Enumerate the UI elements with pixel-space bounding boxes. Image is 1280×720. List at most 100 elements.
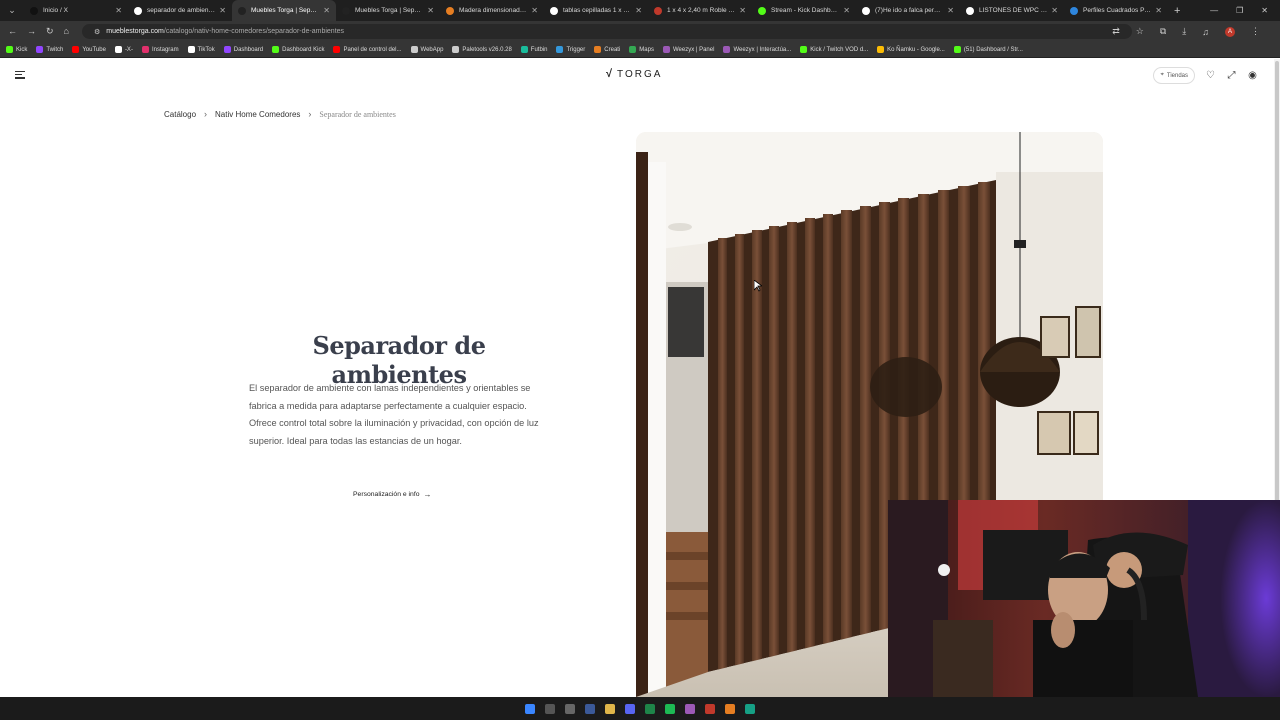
browser-tab[interactable]: Inicio / X ✕ [24,0,128,21]
browser-tab[interactable]: 1 x 4 x 2,40 m Roble vapo ✕ [648,0,752,21]
bookmark-label: Weezyx | Interactúa... [733,46,792,53]
download-icon[interactable]: ⤓ [1182,26,1186,37]
bookmark-favicon-icon [410,46,418,53]
tab-favicon-icon [550,6,558,15]
bookmark-item[interactable]: WebApp [410,46,444,53]
bookmark-label: Maps [639,46,654,53]
home-icon[interactable]: ⌂ [64,26,69,37]
stores-button[interactable]: ⌖ Tiendas [1153,67,1195,84]
tab-title: 1 x 4 x 2,40 m Roble vapo [667,7,736,14]
bookmark-item[interactable]: -X- [114,46,133,53]
bookmark-item[interactable]: Ko Ñamku - Google... [877,46,945,53]
bookmark-favicon-icon [6,46,13,53]
settings-icon[interactable] [565,703,575,714]
bookmark-label: Dashboard Kick [282,46,325,53]
bookmark-item[interactable]: Weezyx | Panel [662,46,714,53]
close-window-icon[interactable]: ✕ [1261,6,1268,15]
reload-icon[interactable]: ↻ [46,26,54,37]
app-icon-1[interactable] [585,703,595,714]
browser-tab[interactable]: Muebles Torga | Separad ✕ [336,0,440,21]
site-info-icon[interactable]: ⚙ [94,28,100,36]
extensions-icon[interactable]: ⧉ [1160,26,1166,37]
bookmark-item[interactable]: Kick / Twitch VOD d... [800,46,868,53]
tab-close-icon[interactable]: ✕ [219,6,226,15]
tab-favicon-icon [342,6,350,15]
browser-tab[interactable]: Stream - Kick Dashboard ✕ [752,0,856,21]
menu-dots-icon[interactable]: ⋮ [1251,26,1260,37]
forward-icon[interactable]: → [27,26,36,37]
bookmark-item[interactable]: Dashboard [223,46,263,53]
app-icon-4[interactable] [685,703,695,714]
tab-close-icon[interactable]: ✕ [739,6,746,15]
tab-title: Stream - Kick Dashboard [771,7,840,14]
url-field[interactable]: ⚙ mueblestorga.com /catalogo/nativ-home-… [82,24,1132,39]
back-icon[interactable]: ← [8,26,17,37]
breadcrumb-current: Separador de ambientes [319,109,396,119]
breadcrumb-catalog[interactable]: Catálogo [164,110,196,119]
breadcrumb-collection[interactable]: Nativ Home Comedores [215,110,300,119]
bookmark-favicon-icon [800,46,808,53]
minimize-icon[interactable]: — [1210,6,1218,15]
bookmark-star-icon[interactable]: ☆ [1136,26,1144,37]
bookmark-item[interactable]: YouTube [72,46,106,53]
bookmark-item[interactable]: Trigger [556,46,585,53]
tab-favicon-icon [862,6,870,15]
tab-close-icon[interactable]: ✕ [323,6,330,15]
media-icon[interactable]: ♫ [1202,27,1209,37]
browser-tab[interactable]: Muebles Torga | Separad ✕ [232,0,336,21]
location-pin-icon: ⌖ [1160,72,1164,78]
browser-tab[interactable]: LISTONES DE WPC RECTA ✕ [960,0,1064,21]
bookmark-item[interactable]: Futbin [520,46,547,53]
tab-close-icon[interactable]: ✕ [531,6,538,15]
hamburger-menu-icon[interactable] [15,71,25,79]
tab-search-icon[interactable]: ⌄ [0,5,24,16]
bookmark-item[interactable]: Twitch [36,46,63,53]
browser-tab[interactable]: tablas cepilladas 1 x 4 co ✕ [544,0,648,21]
bookmark-label: WebApp [420,46,444,53]
app-icon-5[interactable] [705,703,715,714]
bookmark-item[interactable]: Panel de control del... [333,46,402,53]
start-icon[interactable] [525,703,535,714]
app-icon-6[interactable] [745,703,755,714]
customize-info-link[interactable]: Personalización e info → [353,490,432,499]
app-icon-3[interactable] [645,703,655,714]
maximize-icon[interactable]: ❐ [1236,6,1243,15]
browser-tab[interactable]: Madera dimensionada | S ✕ [440,0,544,21]
file-explorer-icon[interactable] [605,703,615,714]
tab-close-icon[interactable]: ✕ [115,6,122,15]
app-icon-2[interactable] [625,703,635,714]
tab-close-icon[interactable]: ✕ [947,6,954,15]
browser-tab[interactable]: (7)He ido a falca pero no ✕ [856,0,960,21]
torga-logo[interactable]: √ TORGA [606,68,662,80]
user-icon[interactable]: ◉ [1247,70,1258,81]
bookmark-item[interactable]: (51) Dashboard / Str... [953,46,1023,53]
bookmark-item[interactable]: Maps [629,46,654,53]
bookmark-item[interactable]: Dashboard Kick [272,46,324,53]
bookmark-item[interactable]: Paletools v26.0.28 [452,46,512,53]
tab-close-icon[interactable]: ✕ [427,6,434,15]
bookmark-favicon-icon [141,46,149,53]
heart-icon[interactable]: ♡ [1205,70,1216,81]
bookmark-favicon-icon [953,46,961,53]
tab-close-icon[interactable]: ✕ [635,6,642,15]
tab-close-icon[interactable]: ✕ [1051,6,1058,15]
stores-label: Tiendas [1166,72,1188,79]
compare-icon[interactable]: ⤢ [1226,70,1237,81]
tab-close-icon[interactable]: ✕ [1155,6,1162,15]
new-tab-button[interactable]: + [1174,5,1180,17]
tab-close-icon[interactable]: ✕ [843,6,850,15]
bookmark-item[interactable]: TikTok [187,46,215,53]
search-icon[interactable] [545,703,555,714]
bookmark-favicon-icon [662,46,670,53]
bookmark-item[interactable]: Kick [6,46,27,53]
profile-avatar[interactable]: A [1225,26,1235,37]
bookmark-item[interactable]: Creati [594,46,620,53]
bookmark-item[interactable]: Instagram [141,46,179,53]
chrome-icon[interactable] [725,703,735,714]
translate-icon[interactable]: ⇄ [1112,26,1120,37]
browser-tab[interactable]: separador de ambientes ✕ [128,0,232,21]
tab-title: (7)He ido a falca pero no [875,7,944,14]
bookmark-item[interactable]: Weezyx | Interactúa... [723,46,791,53]
browser-tab[interactable]: Perfiles Cuadrados PVC S ✕ [1064,0,1168,21]
spotify-icon[interactable] [665,703,675,714]
